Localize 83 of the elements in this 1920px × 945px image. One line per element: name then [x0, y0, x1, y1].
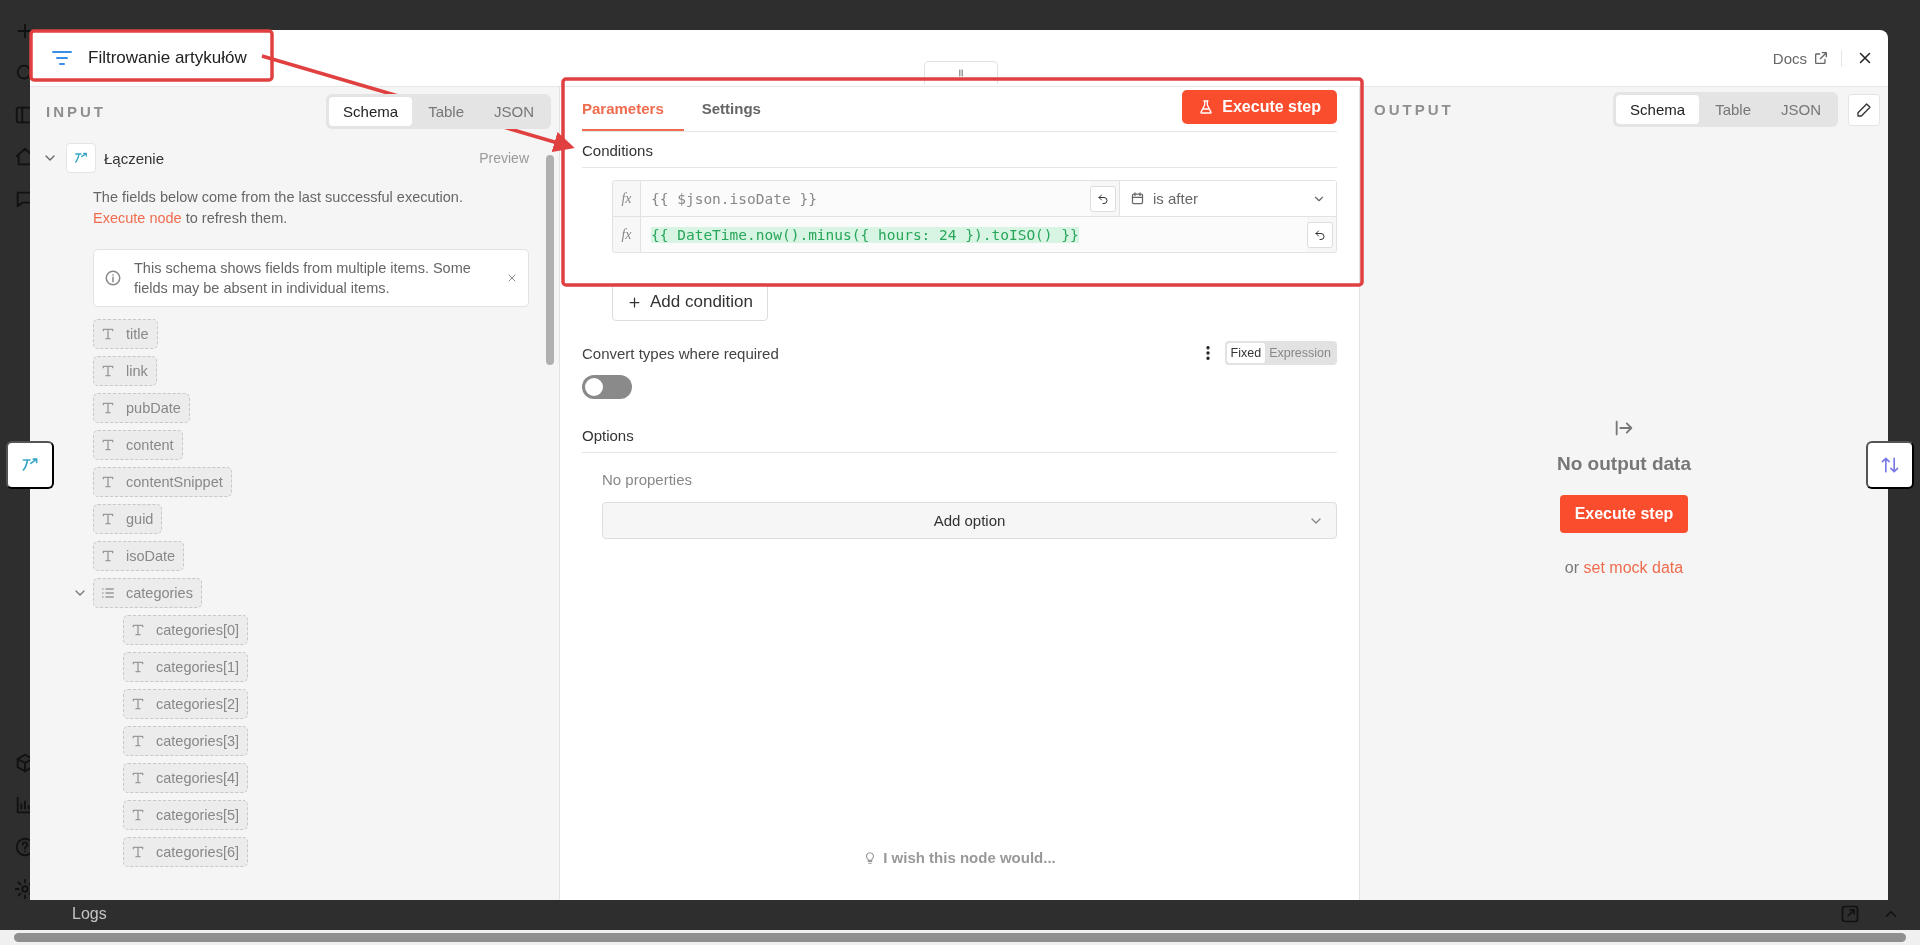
schema-field[interactable]: categories[5]: [123, 800, 249, 830]
text-type-icon: [130, 622, 146, 638]
plus-icon: [627, 294, 642, 310]
logs-label[interactable]: Logs: [72, 905, 1818, 923]
calendar-icon: [1130, 191, 1145, 206]
reset-button[interactable]: [1307, 221, 1333, 248]
setting-label: Convert types where required: [582, 344, 780, 362]
view-tab[interactable]: Table: [414, 97, 478, 126]
source-node-name: Łączenie: [104, 149, 166, 167]
execute-step-button[interactable]: Execute step: [1182, 90, 1337, 124]
text-type-icon: [100, 511, 116, 527]
text-type-icon: [130, 844, 146, 860]
execute-step-button[interactable]: Execute step: [1559, 495, 1689, 533]
schema-field[interactable]: contentSnippet: [93, 467, 232, 497]
hint-text: The fields below come from the last successful execution. Execute node to refresh them.: [93, 188, 464, 228]
empty-text: No properties: [602, 471, 694, 488]
text-type-icon: [130, 659, 146, 675]
view-tab[interactable]: JSON: [480, 97, 548, 126]
section-heading: Conditions: [582, 132, 1337, 168]
node-title[interactable]: Filtrowanie artykułów: [88, 48, 1759, 68]
docs-link[interactable]: Docs: [1772, 49, 1842, 67]
pencil-icon: [1856, 101, 1872, 118]
text-type-icon: [130, 770, 146, 786]
reset-button[interactable]: [1090, 185, 1116, 212]
view-tab[interactable]: Table: [1701, 95, 1765, 124]
text-type-icon: [100, 474, 116, 490]
schema-field[interactable]: title: [93, 319, 158, 349]
feedback-link[interactable]: I wish this node would...: [863, 849, 1056, 866]
schema-field[interactable]: categories[2]: [123, 689, 249, 719]
schema-field[interactable]: content: [93, 430, 183, 460]
swap-icon: [1880, 455, 1900, 475]
schema-field[interactable]: categories[0]: [123, 615, 249, 645]
preview-label: Preview: [479, 150, 529, 166]
empty-title: No output data: [1557, 453, 1691, 475]
mode-tab[interactable]: Fixed: [1226, 343, 1266, 363]
operator-value: is after: [1153, 190, 1199, 207]
info-icon: [104, 269, 122, 287]
text-type-icon: [100, 326, 116, 342]
operator-select[interactable]: is after: [1119, 181, 1336, 216]
text-type-icon: [130, 696, 146, 712]
flask-icon: [1198, 99, 1215, 115]
schema-field[interactable]: categories[4]: [123, 763, 249, 793]
expression-text: {{ DateTime.now().minus({ hours: 24 }).toISO() }}: [651, 226, 1079, 243]
schema-field[interactable]: categories[1]: [123, 652, 249, 682]
undo-icon: [1097, 192, 1109, 205]
text-type-icon: [100, 437, 116, 453]
undo-icon: [1314, 228, 1326, 241]
schema-field[interactable]: isoDate: [93, 541, 185, 571]
toggle-switch[interactable]: [582, 375, 632, 399]
view-tab[interactable]: Schema: [329, 97, 413, 126]
schema-field[interactable]: pubDate: [93, 393, 190, 423]
text-type-icon: [130, 733, 146, 749]
text-type-icon: [130, 807, 146, 823]
horizontal-scrollbar[interactable]: [0, 930, 1920, 945]
edit-button[interactable]: [1848, 93, 1880, 126]
execute-node-link[interactable]: Execute node: [93, 210, 182, 226]
schema-field[interactable]: categories: [93, 578, 202, 608]
panel-heading: INPUT: [46, 103, 106, 120]
panel-tab[interactable]: Parameters: [582, 87, 684, 131]
section-heading: Options: [582, 417, 1337, 453]
text-type-icon: [100, 400, 116, 416]
view-tab[interactable]: Schema: [1616, 95, 1700, 124]
info-text: This schema shows fields from multiple items. Some fields may be absent in individual items.: [134, 259, 472, 298]
add-option-dropdown[interactable]: Add option: [602, 502, 1337, 539]
view-tab[interactable]: JSON: [1767, 95, 1835, 124]
list-icon: [100, 585, 116, 601]
text-type-icon: [100, 548, 116, 564]
mock-data-text: or set mock data: [1564, 559, 1684, 577]
node-button[interactable]: [6, 441, 54, 489]
schema-field[interactable]: link: [93, 356, 157, 386]
node-icon: [73, 150, 89, 166]
external-link-icon: [1813, 50, 1829, 66]
expression-field[interactable]: {{ DateTime.now().minus({ hours: 24 }).toISO() }}: [641, 217, 1307, 252]
panel-tab[interactable]: Settings: [701, 87, 781, 131]
mode-tab[interactable]: Expression: [1265, 343, 1335, 363]
node-button[interactable]: [1866, 441, 1914, 489]
set-mock-data-link[interactable]: set mock data: [1583, 559, 1684, 576]
expression-field[interactable]: {{ $json.isoDate }}: [641, 181, 1090, 216]
text-type-icon: [100, 363, 116, 379]
schema-field[interactable]: guid: [93, 504, 163, 534]
schema-field[interactable]: categories[6]: [123, 837, 249, 867]
panel-heading: OUTPUT: [1374, 101, 1455, 118]
schema-field[interactable]: categories[3]: [123, 726, 249, 756]
